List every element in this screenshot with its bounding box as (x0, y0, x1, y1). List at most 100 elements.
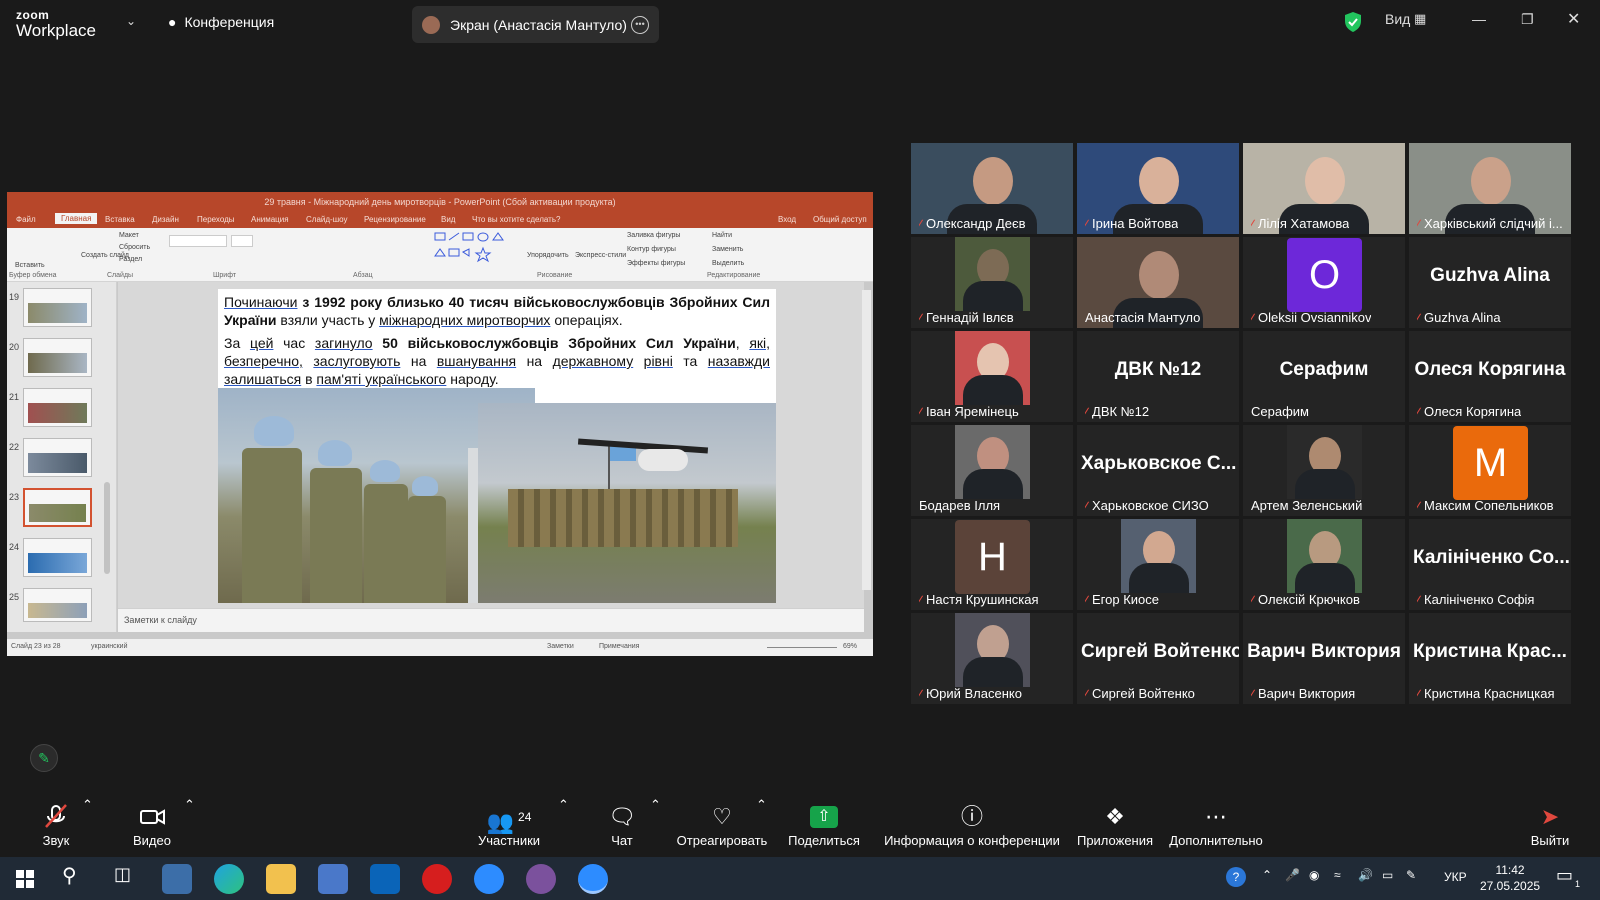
tell-me-search[interactable]: Что вы хотите сделать? (472, 215, 560, 224)
participant-tile[interactable]: Сиргей Войтенко ∕ Сиргей Войтенко (1077, 613, 1239, 704)
slide-thumbnail[interactable] (23, 588, 92, 622)
task-view-icon[interactable]: ◫ (114, 864, 131, 885)
tab-view[interactable]: Вид (441, 215, 455, 224)
mic-tray-icon[interactable]: 🎤 (1285, 868, 1300, 882)
participant-tile[interactable]: Бодарев Ілля (911, 425, 1073, 516)
tab-transitions[interactable]: Переходы (197, 215, 235, 224)
replace-button[interactable]: Заменить (712, 246, 743, 253)
volume-icon[interactable]: 🔊 (1358, 868, 1373, 882)
tab-review[interactable]: Рецензирование (364, 215, 426, 224)
participant-tile[interactable]: O ∕ Oleksii Ovsiannikov (1243, 237, 1405, 328)
participant-tile[interactable]: Харьковское С... ∕ Харьковское СИЗО (1077, 425, 1239, 516)
meeting-info-button[interactable]: ⓘ Информация о конференции (884, 797, 1060, 848)
participants-button[interactable]: 👥 24 Участники (474, 797, 544, 848)
participant-tile[interactable]: ∕ Олексій Крючков (1243, 519, 1405, 610)
screen-share-pill[interactable]: Экран (Анастасія Мантуло) ••• (412, 6, 659, 43)
share-screen-button[interactable]: ⇧ Поделиться (788, 797, 860, 848)
participant-tile[interactable]: Серафим Серафим (1243, 331, 1405, 422)
tab-file[interactable]: Файл (16, 215, 36, 224)
slide-thumbnail[interactable] (23, 438, 92, 477)
section-button[interactable]: Раздел (119, 256, 142, 263)
participant-tile[interactable]: ∕ Юрий Власенко (911, 613, 1073, 704)
participant-tile[interactable]: ∕ Лілія Хатамова (1243, 143, 1405, 234)
notes-pane[interactable]: Заметки к слайду (118, 608, 864, 632)
participant-tile[interactable]: Кристина Крас... ∕ Кристина Красницкая (1409, 613, 1571, 704)
video-caret-icon[interactable]: ⌃ (184, 797, 195, 813)
more-button[interactable]: ⋯ Дополнительно (1168, 797, 1264, 848)
more-icon[interactable]: ••• (631, 15, 649, 34)
slide-thumbnail[interactable] (23, 538, 92, 577)
react-button[interactable]: ♡ Отреагировать (676, 797, 768, 848)
font-name-box[interactable] (169, 235, 227, 247)
participants-caret-icon[interactable]: ⌃ (558, 797, 569, 813)
save-app-icon[interactable] (162, 864, 192, 894)
layout-button[interactable]: Макет (119, 232, 139, 239)
participant-tile[interactable]: ∕ Олександр Деєв (911, 143, 1073, 234)
shape-effects-button[interactable]: Эффекты фигуры (627, 260, 685, 267)
windows-start-icon[interactable] (16, 870, 34, 888)
reset-button[interactable]: Сбросить (119, 244, 150, 251)
viber-icon[interactable] (526, 864, 556, 894)
participant-tile[interactable]: H ∕ Настя Крушинская (911, 519, 1073, 610)
quick-styles-button[interactable]: Экспресс-стили (575, 252, 626, 259)
font-size-box[interactable] (231, 235, 253, 247)
paste-button[interactable]: Вставить (15, 262, 45, 269)
status-notes-button[interactable]: Заметки (547, 643, 574, 650)
thumbnails-scrollbar[interactable] (104, 482, 110, 574)
select-button[interactable]: Выделить (712, 260, 744, 267)
arrange-button[interactable]: Упорядочить (527, 252, 569, 259)
view-button[interactable]: Вид (1385, 11, 1410, 27)
participant-tile[interactable]: Артем Зеленський (1243, 425, 1405, 516)
apps-button[interactable]: ❖ Приложения (1076, 797, 1154, 848)
participant-tile[interactable]: Guzhva Alina ∕ Guzhva Alina (1409, 237, 1571, 328)
video-button[interactable]: Видео (130, 797, 174, 848)
help-icon[interactable]: ? (1226, 867, 1246, 887)
edge-icon[interactable] (214, 864, 244, 894)
participant-tile[interactable]: Варич Виктория ∕ Варич Виктория (1243, 613, 1405, 704)
security-tray-icon[interactable]: ◉ (1309, 868, 1319, 882)
slide-thumbnail[interactable] (23, 338, 92, 377)
opera-icon[interactable] (422, 864, 452, 894)
battery-icon[interactable]: ▭ (1382, 868, 1393, 882)
participant-tile[interactable]: ∕ Іван Яремінець (911, 331, 1073, 422)
chat-button[interactable]: 🗨 Чат (606, 797, 638, 848)
tab-insert[interactable]: Вставка (105, 215, 135, 224)
participant-tile[interactable]: Олеся Корягина ∕ Олеся Корягина (1409, 331, 1571, 422)
participant-tile[interactable]: Калініченко Со... ∕ Калініченко Софія (1409, 519, 1571, 610)
language-indicator[interactable]: УКР (1444, 870, 1467, 884)
tray-chevron-icon[interactable]: ⌃ (1262, 868, 1272, 882)
tab-animation[interactable]: Анимация (251, 215, 289, 224)
parade-photo[interactable] (478, 403, 776, 603)
audio-caret-icon[interactable]: ⌃ (82, 797, 93, 813)
participant-tile[interactable]: Анастасія Мантуло (1077, 237, 1239, 328)
participant-tile[interactable]: ∕ Егор Киосе (1077, 519, 1239, 610)
participant-tile[interactable]: ∕ Харківський слідчий і... (1409, 143, 1571, 234)
shapes-gallery-icon[interactable] (433, 230, 513, 264)
grid-icon[interactable]: ▦ (1414, 11, 1426, 27)
participant-tile[interactable]: ДВК №12 ∕ ДВК №12 (1077, 331, 1239, 422)
react-caret-icon[interactable]: ⌃ (756, 797, 767, 813)
audio-button[interactable]: Звук (36, 797, 76, 848)
notifications-icon[interactable]: ▭ (1556, 865, 1573, 886)
wifi-icon[interactable]: ≈ (1334, 868, 1341, 882)
editor-scrollbar[interactable] (862, 290, 871, 590)
minimize-icon[interactable]: — (1472, 11, 1486, 27)
tab-design[interactable]: Дизайн (152, 215, 179, 224)
clock[interactable]: 11:42 27.05.2025 (1480, 862, 1540, 894)
slide-thumbnail[interactable] (23, 388, 92, 427)
shape-outline-button[interactable]: Контур фигуры (627, 246, 676, 253)
annotate-pen-icon[interactable]: ✎ (30, 744, 58, 772)
tab-home[interactable]: Главная (55, 213, 98, 224)
store-icon[interactable] (318, 864, 348, 894)
tab-slideshow[interactable]: Слайд-шоу (306, 215, 347, 224)
shape-fill-button[interactable]: Заливка фигуры (627, 232, 680, 239)
conference-button[interactable]: ● Конференция (168, 14, 274, 30)
ppt-share-button[interactable]: Общий доступ (813, 215, 867, 224)
shield-icon[interactable] (1344, 11, 1362, 33)
participant-tile[interactable]: ∕ Ірина Войтова (1077, 143, 1239, 234)
close-icon[interactable]: ✕ (1567, 9, 1580, 29)
find-button[interactable]: Найти (712, 232, 732, 239)
teamviewer-icon[interactable] (474, 864, 504, 894)
slide-thumbnail-selected[interactable] (23, 488, 92, 527)
chat-caret-icon[interactable]: ⌃ (650, 797, 661, 813)
